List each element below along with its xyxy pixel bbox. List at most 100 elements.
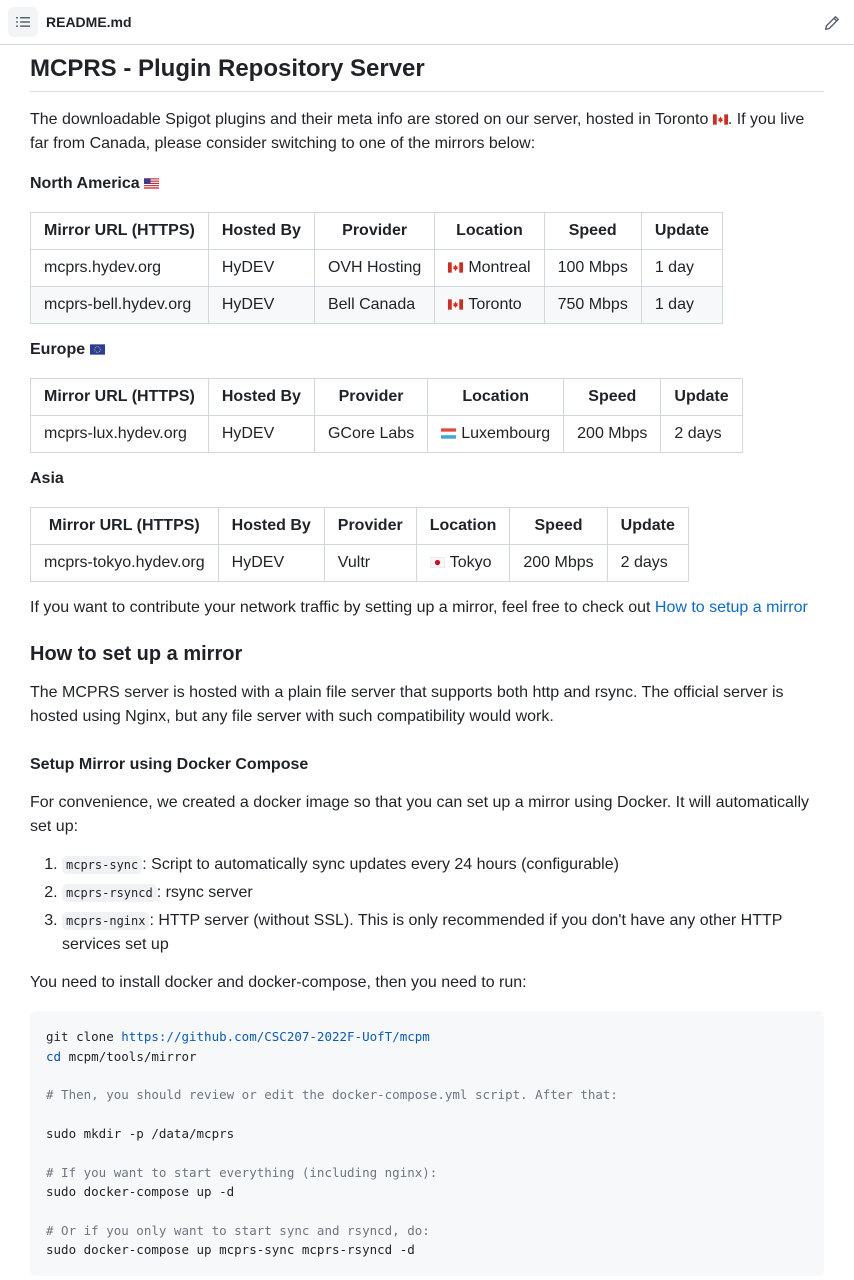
list-item: mcprs-nginx: HTTP server (without SSL). … [62,909,824,957]
setup-steps-list: mcprs-sync: Script to automatically sync… [30,853,824,957]
provider-cell: GCore Labs [313,415,429,454]
hosted-by-cell: HyDEV [207,286,315,325]
code-mkdir: sudo mkdir -p /data/mcprs [46,1126,235,1142]
code-up-some: sudo docker-compose up mcprs-sync mcprs-… [46,1242,415,1258]
mirror-url-cell: mcprs-lux.hydev.org [30,415,209,454]
list-item-text: : HTTP server (without SSL). This is onl… [62,912,783,954]
column-header: Speed [509,507,608,546]
canada-flag-icon [448,299,463,310]
list-unordered-icon [16,17,30,27]
inline-code: mcprs-sync [62,856,143,875]
column-header: Update [660,378,743,417]
location-cell: Luxembourg [427,415,565,454]
canada-flag-icon [713,114,728,125]
europe-mirrors-table: Mirror URL (HTTPS) Hosted By Provider Lo… [30,378,743,454]
location-label: Toronto [468,296,522,314]
column-header: Provider [323,507,417,546]
speed-cell: 750 Mbps [543,286,642,325]
location-label: Tokyo [449,554,492,572]
list-item: mcprs-sync: Script to automatically sync… [62,853,824,877]
eu-flag-icon [90,344,105,355]
column-header: Provider [313,212,436,251]
location-cell: Tokyo [415,544,511,583]
edit-file-button[interactable] [818,9,846,37]
section-north-america-label: North America [30,175,140,193]
list-item: mcprs-rsyncd: rsync server [62,881,824,905]
docker-paragraph: For convenience, we created a docker ima… [30,794,810,836]
luxembourg-flag-icon [441,428,456,439]
speed-cell: 100 Mbps [543,249,642,288]
asia-mirrors-table: Mirror URL (HTTPS) Hosted By Provider Lo… [30,507,689,583]
column-header: Speed [563,378,662,417]
contribute-paragraph: If you want to contribute your network t… [30,596,824,620]
inline-code: mcprs-nginx [62,912,150,931]
section-europe: Europe [30,338,824,362]
column-header: Mirror URL (HTTPS) [30,507,219,546]
intro-text-1: The downloadable Spigot plugins and thei… [30,111,713,129]
how-to-setup-mirror-link[interactable]: How to setup a mirror [655,599,808,616]
table-of-contents-button[interactable] [8,7,38,37]
column-header: Provider [313,378,429,417]
section-europe-label: Europe [30,341,86,359]
table-row: mcprs.hydev.org HyDEV OVH Hosting Montre… [30,249,724,288]
speed-cell: 200 Mbps [563,415,662,454]
speed-cell: 200 Mbps [509,544,608,583]
hosted-by-cell: HyDEV [207,249,315,288]
provider-cell: Bell Canada [313,286,436,325]
list-item-text: : rsync server [156,884,253,902]
table-row: mcprs-tokyo.hydev.org HyDEV Vultr Tokyo … [30,544,689,583]
column-header: Speed [543,212,642,251]
location-cell: Montreal [434,249,545,288]
section-how-to-setup: How to set up a mirror [30,643,243,666]
code-block[interactable]: git clone https://github.com/CSC207-2022… [30,1011,824,1276]
contribute-text: If you want to contribute your network t… [30,599,655,617]
north-america-mirrors-table: Mirror URL (HTTPS) Hosted By Provider Lo… [30,212,724,325]
column-header: Hosted By [207,378,315,417]
table-row: mcprs-bell.hydev.org HyDEV Bell Canada T… [30,286,724,325]
column-header: Mirror URL (HTTPS) [30,378,209,417]
intro-paragraph: The downloadable Spigot plugins and thei… [30,108,824,156]
location-cell: Toronto [434,286,545,325]
file-name: README.md [46,13,132,30]
hosted-by-cell: HyDEV [207,415,315,454]
provider-cell: Vultr [323,544,417,583]
column-header: Location [434,212,545,251]
update-cell: 2 days [606,544,689,583]
canada-flag-icon [448,262,463,273]
column-header: Hosted By [207,212,315,251]
code-comment: # Then, you should review or edit the do… [46,1087,618,1103]
code-comment: # Or if you only want to start sync and … [46,1222,430,1238]
file-header: README.md [0,0,854,45]
mirror-url-cell: mcprs-tokyo.hydev.org [30,544,219,583]
section-north-america: North America [30,172,824,196]
install-paragraph: You need to install docker and docker-co… [30,974,527,992]
code-git-clone: git clone [46,1029,122,1045]
column-header: Update [606,507,689,546]
code-comment: # If you want to start everything (inclu… [46,1164,438,1180]
mirror-url-cell: mcprs.hydev.org [30,249,209,288]
code-repo-url: https://github.com/CSC207-2022F-UofT/mcp… [121,1029,430,1045]
update-cell: 1 day [640,249,724,288]
column-header: Mirror URL (HTTPS) [30,212,209,251]
hosted-by-cell: HyDEV [217,544,325,583]
update-cell: 1 day [640,286,724,325]
list-item-text: : Script to automatically sync updates e… [142,856,619,874]
mirror-url-cell: mcprs-bell.hydev.org [30,286,209,325]
section-docker-compose: Setup Mirror using Docker Compose [30,756,309,774]
column-header: Hosted By [217,507,325,546]
japan-flag-icon [430,557,445,568]
location-label: Luxembourg [461,425,551,443]
readme-body: MCPRS - Plugin Repository Server The dow… [0,53,854,1276]
column-header: Location [427,378,565,417]
update-cell: 2 days [660,415,743,454]
column-header: Update [640,212,724,251]
location-label: Montreal [468,259,531,277]
table-row: mcprs-lux.hydev.org HyDEV GCore Labs Lux… [30,415,743,454]
provider-cell: OVH Hosting [313,249,436,288]
code-cd-path: mcpm/tools/mirror [61,1048,197,1064]
howto-paragraph: The MCPRS server is hosted with a plain … [30,684,784,726]
page-title: MCPRS - Plugin Repository Server [30,53,824,93]
code-cd-keyword: cd [46,1048,62,1064]
section-asia: Asia [30,467,824,491]
inline-code: mcprs-rsyncd [62,884,157,903]
